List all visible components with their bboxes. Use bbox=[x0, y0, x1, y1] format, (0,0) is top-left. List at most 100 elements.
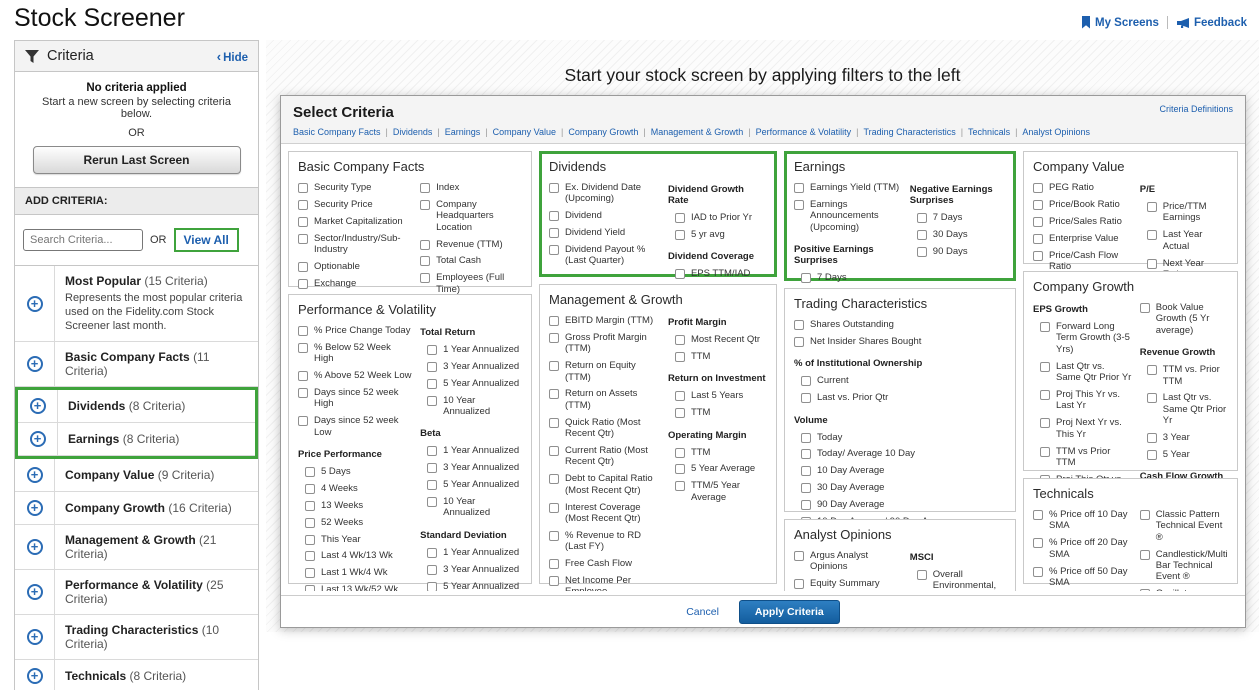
sidebar-category-basic-company-facts[interactable]: +Basic Company Facts (11 Criteria) bbox=[15, 342, 258, 387]
checkbox[interactable] bbox=[801, 500, 811, 510]
checkbox[interactable] bbox=[801, 433, 811, 443]
modal-nav-link-earnings[interactable]: Earnings bbox=[445, 127, 481, 137]
checkbox[interactable] bbox=[298, 371, 308, 381]
checkbox[interactable] bbox=[420, 256, 430, 266]
criteria-item-enterprise-value[interactable]: Enterprise Value bbox=[1033, 233, 1132, 244]
criteria-item-3-year-annualized[interactable]: 3 Year Annualized bbox=[427, 361, 522, 372]
criteria-item-this-year[interactable]: This Year bbox=[305, 534, 412, 545]
checkbox[interactable] bbox=[549, 361, 559, 371]
criteria-item-5-year-average[interactable]: 5 Year Average bbox=[675, 463, 767, 474]
checkbox[interactable] bbox=[1147, 433, 1157, 443]
criteria-item-5-year[interactable]: 5 Year bbox=[1147, 449, 1228, 460]
checkbox[interactable] bbox=[794, 320, 804, 330]
criteria-item-security-price[interactable]: Security Price bbox=[298, 199, 412, 210]
cancel-button[interactable]: Cancel bbox=[686, 606, 719, 618]
checkbox[interactable] bbox=[917, 213, 927, 223]
criteria-item-3-year-annualized[interactable]: 3 Year Annualized bbox=[427, 564, 522, 575]
rerun-last-screen-button[interactable]: Rerun Last Screen bbox=[33, 146, 241, 174]
checkbox[interactable] bbox=[427, 463, 437, 473]
criteria-item-ttm[interactable]: TTM bbox=[675, 351, 767, 362]
modal-nav-link-company-value[interactable]: Company Value bbox=[493, 127, 556, 137]
criteria-item-free-cash-flow[interactable]: Free Cash Flow bbox=[549, 558, 660, 569]
checkbox[interactable] bbox=[801, 483, 811, 493]
checkbox[interactable] bbox=[427, 548, 437, 558]
sidebar-category-trading-characteristics[interactable]: +Trading Characteristics (10 Criteria) bbox=[15, 615, 258, 660]
checkbox[interactable] bbox=[305, 535, 315, 545]
checkbox[interactable] bbox=[298, 200, 308, 210]
feedback-link[interactable]: Feedback bbox=[1176, 17, 1247, 29]
checkbox[interactable] bbox=[1033, 538, 1043, 548]
search-criteria-input[interactable] bbox=[23, 229, 143, 251]
criteria-item-debt-to-capital-ratio-most-recent-qtr[interactable]: Debt to Capital Ratio (Most Recent Qtr) bbox=[549, 473, 660, 496]
checkbox[interactable] bbox=[1033, 251, 1043, 261]
criteria-item-5-year-annualized[interactable]: 5 Year Annualized bbox=[427, 479, 522, 490]
checkbox[interactable] bbox=[675, 335, 685, 345]
criteria-item-net-insider-shares-bought[interactable]: Net Insider Shares Bought bbox=[794, 336, 1006, 347]
checkbox[interactable] bbox=[917, 570, 927, 580]
criteria-item-days-since-52-week-high[interactable]: Days since 52 week High bbox=[298, 387, 412, 410]
criteria-item-price-off-50-day-sma[interactable]: % Price off 50 Day SMA bbox=[1033, 566, 1132, 589]
checkbox[interactable] bbox=[675, 448, 685, 458]
criteria-item-10-year-annualized[interactable]: 10 Year Annualized bbox=[427, 496, 522, 519]
criteria-item-argus-analyst-opinions[interactable]: Argus Analyst Opinions bbox=[794, 550, 902, 573]
criteria-item-5-year-annualized[interactable]: 5 Year Annualized bbox=[427, 581, 522, 591]
checkbox[interactable] bbox=[427, 446, 437, 456]
checkbox[interactable] bbox=[1140, 550, 1150, 560]
modal-nav-link-management-growth[interactable]: Management & Growth bbox=[651, 127, 744, 137]
criteria-item-return-on-assets-ttm[interactable]: Return on Assets (TTM) bbox=[549, 388, 660, 411]
checkbox[interactable] bbox=[549, 228, 559, 238]
criteria-item-5-year-annualized[interactable]: 5 Year Annualized bbox=[427, 378, 522, 389]
criteria-item-net-income-per-employee[interactable]: Net Income Per Employee bbox=[549, 575, 660, 591]
checkbox[interactable] bbox=[1147, 230, 1157, 240]
checkbox[interactable] bbox=[549, 211, 559, 221]
criteria-item-last-vs-prior-qtr[interactable]: Last vs. Prior Qtr bbox=[801, 392, 1006, 403]
plus-circle-icon[interactable]: + bbox=[27, 500, 43, 516]
checkbox[interactable] bbox=[1147, 393, 1157, 403]
checkbox[interactable] bbox=[298, 326, 308, 336]
checkbox[interactable] bbox=[675, 269, 685, 279]
checkbox[interactable] bbox=[298, 343, 308, 353]
checkbox[interactable] bbox=[298, 388, 308, 398]
checkbox[interactable] bbox=[549, 503, 559, 513]
checkbox[interactable] bbox=[427, 582, 437, 591]
checkbox[interactable] bbox=[1140, 303, 1150, 313]
plus-circle-icon[interactable]: + bbox=[30, 431, 46, 447]
checkbox[interactable] bbox=[917, 230, 927, 240]
checkbox[interactable] bbox=[1033, 217, 1043, 227]
checkbox[interactable] bbox=[427, 565, 437, 575]
checkbox[interactable] bbox=[298, 234, 308, 244]
criteria-item-index[interactable]: Index bbox=[420, 182, 522, 193]
criteria-item-dividend-payout-last-quarter[interactable]: Dividend Payout % (Last Quarter) bbox=[549, 244, 660, 267]
my-screens-link[interactable]: My Screens bbox=[1081, 16, 1159, 29]
checkbox[interactable] bbox=[298, 279, 308, 289]
criteria-item-candlestick-multi-bar-technical-event[interactable]: Candlestick/Multi Bar Technical Event ® bbox=[1140, 549, 1228, 583]
criteria-item-last-qtr-vs-same-qtr-prior-yr[interactable]: Last Qtr vs. Same Qtr Prior Yr bbox=[1147, 392, 1228, 426]
criteria-item-90-day-average[interactable]: 90 Day Average bbox=[801, 499, 1006, 510]
criteria-item-price-cash-flow-ratio[interactable]: Price/Cash Flow Ratio bbox=[1033, 250, 1132, 273]
criteria-item-below-52-week-high[interactable]: % Below 52 Week High bbox=[298, 342, 412, 365]
criteria-item-most-recent-qtr[interactable]: Most Recent Qtr bbox=[675, 334, 767, 345]
criteria-item-price-change-today[interactable]: % Price Change Today bbox=[298, 325, 412, 336]
checkbox[interactable] bbox=[298, 416, 308, 426]
criteria-item-today-average-10-day[interactable]: Today/ Average 10 Day bbox=[801, 448, 1006, 459]
plus-circle-icon[interactable]: + bbox=[27, 629, 43, 645]
criteria-item-current-ratio-most-recent-qtr[interactable]: Current Ratio (Most Recent Qtr) bbox=[549, 445, 660, 468]
criteria-item-earnings-yield-ttm[interactable]: Earnings Yield (TTM) bbox=[794, 182, 902, 193]
criteria-item-dividend[interactable]: Dividend bbox=[549, 210, 660, 221]
criteria-item-ttm-vs-prior-ttm[interactable]: TTM vs Prior TTM bbox=[1040, 446, 1132, 469]
criteria-item-return-on-equity-ttm[interactable]: Return on Equity (TTM) bbox=[549, 360, 660, 383]
criteria-item-revenue-to-rd-last-fy[interactable]: % Revenue to RD (Last FY) bbox=[549, 530, 660, 553]
criteria-item-market-capitalization[interactable]: Market Capitalization bbox=[298, 216, 412, 227]
checkbox[interactable] bbox=[794, 579, 804, 589]
criteria-item-gross-profit-margin-ttm[interactable]: Gross Profit Margin (TTM) bbox=[549, 332, 660, 355]
criteria-item-interest-coverage-most-recent-qtr[interactable]: Interest Coverage (Most Recent Qtr) bbox=[549, 502, 660, 525]
checkbox[interactable] bbox=[549, 474, 559, 484]
criteria-item-price-sales-ratio[interactable]: Price/Sales Ratio bbox=[1033, 216, 1132, 227]
criteria-item-13-weeks[interactable]: 13 Weeks bbox=[305, 500, 412, 511]
criteria-item-90-days[interactable]: 90 Days bbox=[917, 246, 1006, 257]
criteria-item-security-type[interactable]: Security Type bbox=[298, 182, 412, 193]
checkbox[interactable] bbox=[305, 551, 315, 561]
criteria-item-ex-dividend-date-upcoming[interactable]: Ex. Dividend Date (Upcoming) bbox=[549, 182, 660, 205]
checkbox[interactable] bbox=[1033, 200, 1043, 210]
plus-circle-icon[interactable]: + bbox=[27, 296, 43, 312]
